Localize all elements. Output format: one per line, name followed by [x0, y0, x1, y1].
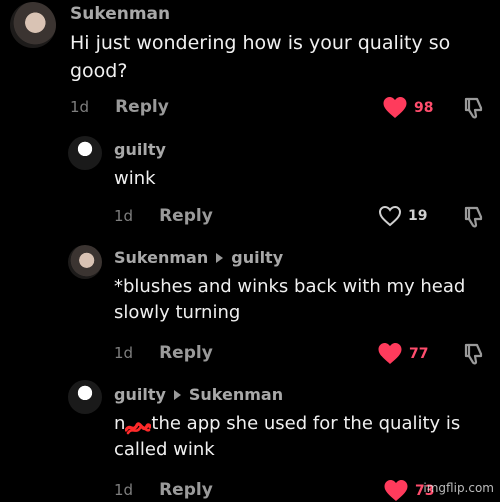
comment-age: 1d	[70, 98, 90, 116]
comment-author[interactable]: Sukenman	[114, 248, 208, 267]
thumbs-down-icon[interactable]	[462, 342, 486, 370]
like-count: 98	[414, 99, 434, 116]
like-count: 19	[408, 208, 428, 224]
thumbs-down-icon[interactable]	[462, 96, 486, 124]
like-button[interactable]: 19	[378, 205, 427, 227]
comment-text: *blushes and winks back with my head slo…	[114, 276, 466, 324]
comment-age: 1d	[114, 344, 134, 362]
reply-button[interactable]: Reply	[159, 343, 213, 363]
comment-author-row: Sukenman	[70, 4, 170, 24]
comment-age: 1d	[114, 481, 134, 499]
watermark: imgflip.com	[423, 481, 494, 495]
comment-text: Hi just wondering how is your quality so…	[70, 32, 451, 82]
avatar[interactable]	[10, 2, 56, 48]
comment-author-row: Sukenman guilty	[114, 248, 283, 267]
comment-meta: 1d Reply	[114, 480, 213, 500]
comment-text-start: n	[114, 413, 126, 434]
heart-icon	[382, 96, 408, 119]
comment-reply-to[interactable]: Sukenman	[189, 385, 283, 404]
comment-meta: 1d Reply	[114, 343, 213, 363]
comment-author-row: guilty Sukenman	[114, 385, 283, 404]
avatar[interactable]	[68, 136, 102, 170]
like-button[interactable]: 98	[382, 96, 433, 119]
comment-age: 1d	[114, 207, 134, 225]
comment-meta: 1d Reply	[114, 206, 213, 226]
avatar[interactable]	[68, 245, 102, 279]
like-button[interactable]: 77	[377, 342, 428, 365]
comment-text: wink	[114, 168, 156, 189]
reply-button[interactable]: Reply	[115, 97, 169, 117]
comment-text-rest: the app she used for the quality is call…	[114, 413, 461, 461]
comment-text: n the app she used for the quality is cal…	[114, 411, 486, 463]
thumbs-down-icon[interactable]	[462, 205, 486, 233]
reply-button[interactable]: Reply	[159, 206, 213, 226]
avatar[interactable]	[68, 380, 102, 414]
comment-author[interactable]: Sukenman	[70, 4, 170, 24]
scribble-redaction	[124, 417, 153, 435]
comment-author[interactable]: guilty	[114, 140, 166, 159]
comment-reply-to[interactable]: guilty	[231, 248, 283, 267]
comment-meta: 1d Reply	[70, 97, 169, 117]
heart-icon	[377, 342, 403, 365]
comment-author-row: guilty	[114, 140, 166, 159]
reply-button[interactable]: Reply	[159, 480, 213, 500]
like-count: 77	[409, 345, 429, 362]
reply-arrow-icon	[216, 252, 224, 263]
heart-icon	[378, 205, 402, 227]
reply-arrow-icon	[173, 389, 181, 400]
comment-author[interactable]: guilty	[114, 385, 166, 404]
